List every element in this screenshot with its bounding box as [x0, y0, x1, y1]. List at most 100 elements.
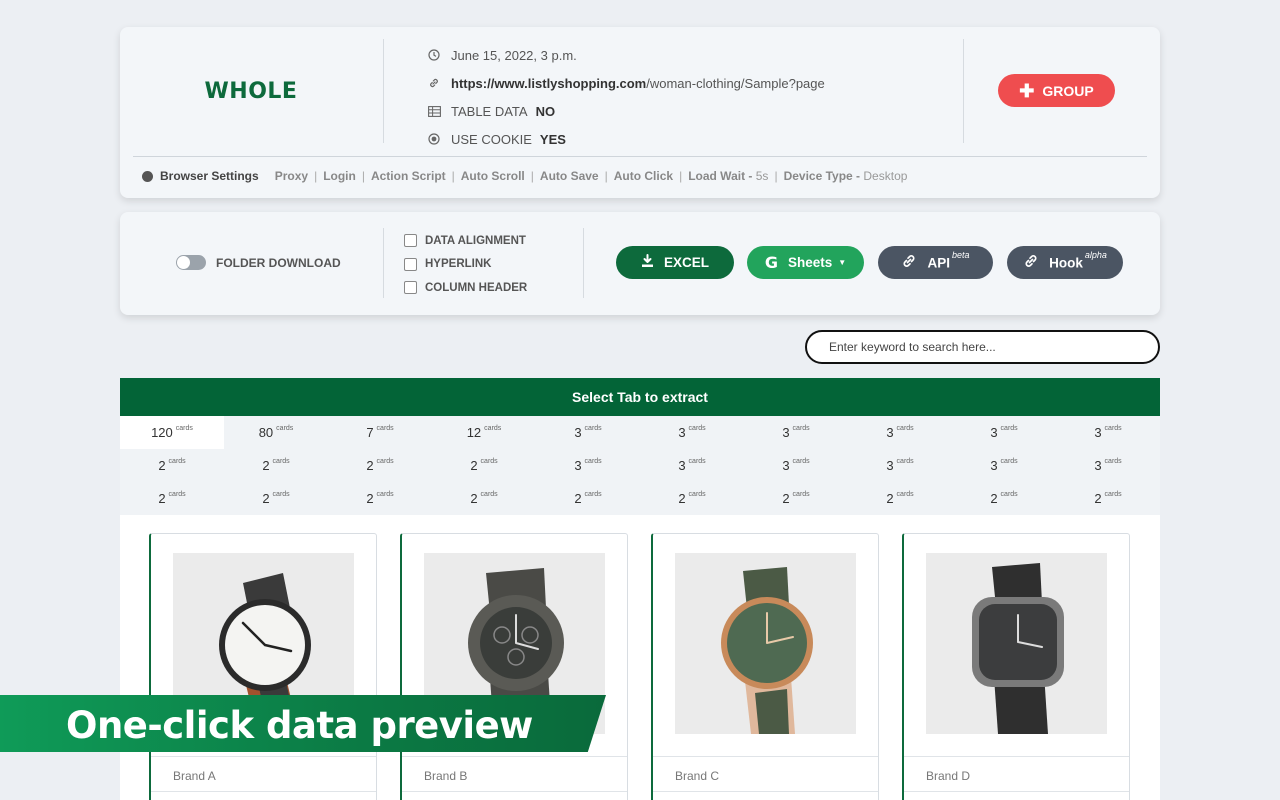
tab-unit: cards [376, 491, 394, 498]
separator: | [314, 169, 318, 183]
extraction-meta: June 15, 2022, 3 p.m. https://www.listly… [427, 41, 825, 153]
tab-cell[interactable]: 3 cards [744, 416, 848, 449]
toggle-knob [177, 256, 190, 269]
product-brand: Brand D [904, 756, 1129, 792]
tab-cell[interactable]: 3 cards [952, 449, 1056, 482]
tab-unit: cards [272, 458, 290, 465]
sheets-button[interactable]: G Sheets ▼ [747, 246, 864, 279]
tab-count: 3 [574, 458, 582, 473]
tab-cell[interactable]: 3 cards [536, 449, 640, 482]
tab-cell[interactable]: 3 cards [744, 449, 848, 482]
meta-table-data: TABLE DATA NO [427, 97, 825, 125]
tab-cell[interactable]: 2 cards [952, 482, 1056, 515]
product-card[interactable]: Brand B [400, 533, 628, 800]
tab-cell[interactable]: 2 cards [432, 482, 536, 515]
hook-alpha-badge: alpha [1084, 250, 1107, 261]
search-input[interactable] [805, 330, 1160, 364]
group-button[interactable]: ✚ GROUP [998, 74, 1115, 107]
checkbox-label: COLUMN HEADER [425, 281, 528, 294]
tab-count: 3 [1094, 458, 1102, 473]
setting-auto-save[interactable]: Auto Save [540, 169, 599, 183]
tab-count: 2 [158, 458, 166, 473]
tab-cell[interactable]: 3 cards [640, 416, 744, 449]
tab-cell[interactable]: 120 cards [120, 416, 224, 449]
checkbox[interactable] [404, 234, 417, 248]
tab-count: 120 [151, 425, 173, 440]
excel-button[interactable]: EXCEL [616, 246, 734, 279]
divider [402, 791, 627, 792]
tab-unit: cards [896, 425, 914, 432]
tab-count: 2 [470, 491, 478, 506]
tab-cell[interactable]: 2 cards [224, 449, 328, 482]
tab-unit: cards [792, 425, 810, 432]
tab-cell[interactable]: 3 cards [952, 416, 1056, 449]
tab-cell[interactable]: 2 cards [536, 482, 640, 515]
tab-cell[interactable]: 2 cards [328, 482, 432, 515]
hook-label: Hook [1049, 255, 1083, 271]
tab-cell[interactable]: 2 cards [432, 449, 536, 482]
setting-proxy[interactable]: Proxy [275, 169, 308, 183]
hook-button[interactable]: Hookalpha [1007, 246, 1123, 279]
product-card[interactable]: Brand A [149, 533, 377, 800]
setting-auto-scroll[interactable]: Auto Scroll [461, 169, 525, 183]
tab-count: 3 [782, 458, 790, 473]
tab-cell[interactable]: 3 cards [848, 416, 952, 449]
tab-unit: cards [1000, 491, 1018, 498]
divider [383, 228, 384, 298]
tab-cell[interactable]: 2 cards [224, 482, 328, 515]
tab-cell[interactable]: 3 cards [640, 449, 744, 482]
tab-count: 3 [886, 425, 894, 440]
url-domain[interactable]: https://www.listlyshopping.com [451, 76, 646, 91]
tab-count: 3 [1094, 425, 1102, 440]
clock-icon [427, 48, 441, 62]
folder-download-toggle[interactable]: FOLDER DOWNLOAD [176, 255, 341, 270]
tab-count: 2 [158, 491, 166, 506]
api-button[interactable]: APIbeta [878, 246, 993, 279]
info-panel: WHOLE June 15, 2022, 3 p.m. https://www.… [120, 27, 1160, 198]
tab-cell[interactable]: 3 cards [1056, 449, 1160, 482]
tab-cell[interactable]: 2 cards [744, 482, 848, 515]
tab-cell[interactable]: 7 cards [328, 416, 432, 449]
url-path[interactable]: /woman-clothing/Sample?page [646, 76, 825, 91]
tab-cell[interactable]: 3 cards [848, 449, 952, 482]
toggle-switch[interactable] [176, 255, 206, 270]
checkbox[interactable] [404, 257, 417, 271]
product-card[interactable]: Brand D [902, 533, 1130, 800]
group-button-label: GROUP [1042, 82, 1094, 99]
tab-cell[interactable]: 2 cards [120, 482, 224, 515]
divider [963, 39, 964, 143]
tab-cell[interactable]: 2 cards [848, 482, 952, 515]
tab-row: 120 cards 80 cards 7 cards 12 cards 3 cards 3 cards… [120, 416, 1160, 449]
product-brand: Brand B [402, 756, 627, 792]
tab-cell[interactable]: 12 cards [432, 416, 536, 449]
setting-auto-click[interactable]: Auto Click [614, 169, 673, 183]
tab-cell[interactable]: 2 cards [1056, 482, 1160, 515]
table-data-label: TABLE DATA [451, 103, 528, 119]
checkbox[interactable] [404, 281, 417, 295]
use-cookie-label: USE COOKIE [451, 131, 532, 147]
setting-device-type[interactable]: Device Type - [784, 169, 860, 183]
checkbox-hyperlink[interactable]: HYPERLINK [404, 253, 527, 277]
setting-load-wait[interactable]: Load Wait - [688, 169, 752, 183]
cards-preview: Brand A Brand B Brand C Brand D [120, 515, 1160, 800]
divider [151, 791, 376, 792]
checkbox-column-header[interactable]: COLUMN HEADER [404, 276, 527, 300]
tab-count: 2 [574, 491, 582, 506]
tab-cell[interactable]: 3 cards [1056, 416, 1160, 449]
tab-count: 2 [366, 458, 374, 473]
tab-cell[interactable]: 2 cards [328, 449, 432, 482]
product-card[interactable]: Brand C [651, 533, 879, 800]
tab-cell[interactable]: 2 cards [120, 449, 224, 482]
checkbox-data-alignment[interactable]: DATA ALIGNMENT [404, 229, 527, 253]
tab-cell[interactable]: 2 cards [640, 482, 744, 515]
use-cookie-value: YES [539, 131, 566, 147]
api-beta-badge: beta [951, 250, 970, 261]
tab-unit: cards [168, 458, 186, 465]
setting-login[interactable]: Login [323, 169, 356, 183]
tab-cell[interactable]: 3 cards [536, 416, 640, 449]
browser-settings-title[interactable]: Browser Settings [160, 169, 259, 183]
tab-cell[interactable]: 80 cards [224, 416, 328, 449]
tab-count: 7 [366, 425, 374, 440]
tab-count: 2 [366, 491, 374, 506]
setting-action-script[interactable]: Action Script [371, 169, 446, 183]
